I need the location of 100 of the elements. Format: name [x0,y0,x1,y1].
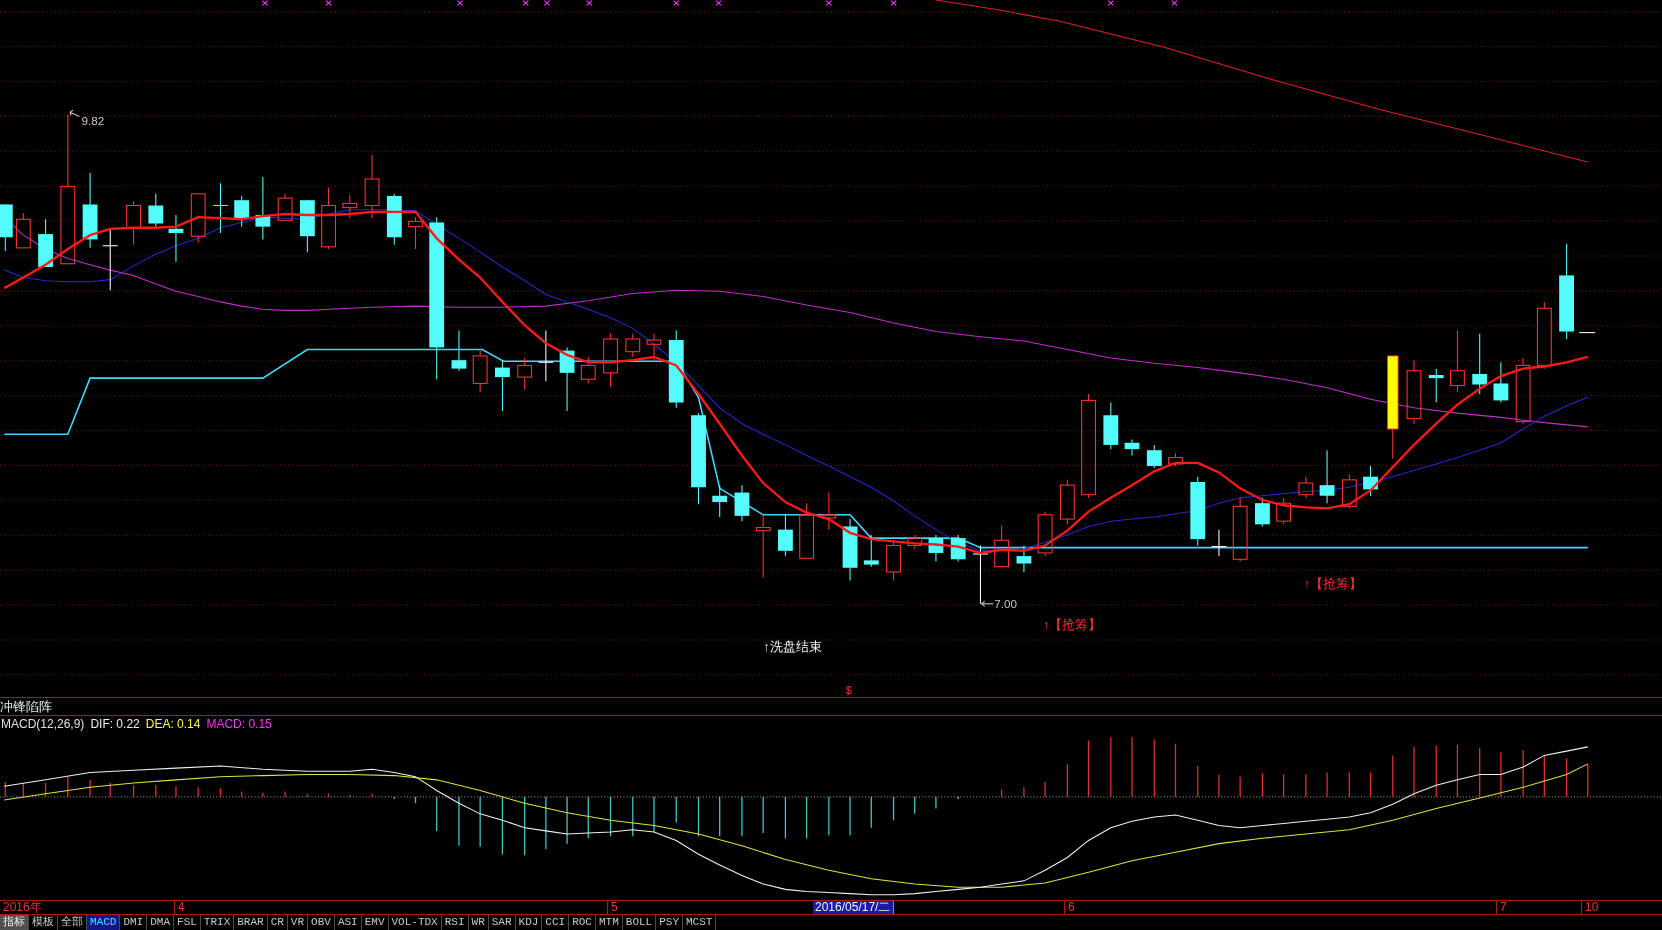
candlestick [1103,402,1119,450]
indicator-tab[interactable]: CCI [542,915,570,930]
x-mark-icon [890,0,897,6]
histogram-bar [219,787,222,798]
candlestick [1211,529,1227,557]
candlestick [168,214,184,263]
candlestick [1255,497,1270,527]
axis-label: 6 [1064,901,1077,914]
indicator-tab[interactable]: MACD [87,915,121,930]
mode-tab[interactable]: 指标 [0,915,29,930]
candlestick [102,228,119,291]
histogram-bar [1456,744,1459,798]
candlestick [1168,452,1183,467]
candlestick [1276,497,1291,525]
candlestick [712,484,728,518]
x-mark-icon [543,0,551,6]
candlestick [1406,359,1422,425]
high-price-label: 9.82 [81,114,105,127]
candlestick [907,534,923,550]
candlestick [1016,545,1032,573]
x-mark-icon [1171,0,1178,6]
candlestick [646,333,662,361]
axis-label: 5 [607,901,620,914]
candlestick [517,357,533,391]
mode-tab[interactable]: 全部 [58,915,87,930]
candlestick [559,346,575,412]
histogram-bar [784,796,787,839]
histogram-bar [609,796,612,837]
candlestick [1232,497,1248,562]
candlestick [1472,333,1488,395]
mode-tab[interactable]: 模板 [29,915,58,930]
histogram-bar [697,796,700,837]
candlestick [212,182,229,234]
candlestick [386,193,402,246]
candlestick [364,154,380,219]
x-mark-icon [825,0,833,6]
histogram-bar [327,793,330,798]
candlestick [15,212,31,249]
candlestick [1037,511,1053,557]
candlestick [1493,361,1509,404]
candlestick [928,534,944,562]
candlestick [603,333,618,388]
candlestick [1363,465,1378,497]
candlestick [38,218,53,268]
candlestick [778,513,793,557]
candlestick [1124,439,1140,456]
x-mark-icon [1107,0,1114,6]
histogram-bar [44,782,47,798]
pointer-arrow [981,600,994,607]
cursor-date-label: 2016/05/17/二 [813,901,895,914]
candlestick [994,524,1010,568]
axis-label: 7 [1496,901,1509,914]
candlestick [580,356,596,384]
candlestick [190,193,206,244]
candlestick [148,193,164,228]
candlestick [972,545,989,605]
indicator-tab[interactable]: MTM [596,915,623,930]
legend-value: DIF: 0.22 [90,717,140,731]
candlestick [1059,479,1075,525]
candlestick [821,492,837,531]
candlestick [126,200,141,246]
candlestick [1298,476,1314,499]
x-mark-icon [673,0,680,6]
x-mark-icon [456,0,464,6]
histogram-bar [1261,772,1264,798]
candlestick [1450,329,1465,393]
candlestick [734,484,750,522]
histogram-bar [892,796,895,821]
candlestick [234,195,250,228]
marker-label: $ [845,683,852,696]
indicator-tab[interactable]: VOL-TDX [388,915,442,930]
axis-label: 2016年 [2,901,43,914]
candlestick [0,203,13,252]
candlestick [755,514,771,578]
x-mark-icon [522,0,529,6]
indicator-tab[interactable]: MCST [683,915,717,930]
candlestick [451,329,467,372]
indicator-tab[interactable]: OBV [308,915,335,930]
indicator-panel-title: 冲锋陷阵 [0,698,52,715]
candlestick [1536,301,1552,370]
candlestick [342,194,358,219]
x-mark-icon [261,0,269,6]
axis-label: 10 [1581,901,1601,914]
x-mark-icon [325,0,332,6]
candlestick [863,534,879,568]
candlestick [842,518,858,581]
candlestick [495,359,510,412]
axis-label: 4 [174,901,187,914]
candlestick [1341,474,1357,509]
histogram-bar [132,784,135,798]
candlestick [1578,332,1596,334]
histogram-bar [1087,739,1090,798]
candlestick [950,534,966,562]
indicator-name: MACD(12,26,9) [1,717,85,731]
signal-label: ↑【抢筹】 [1303,575,1363,591]
candlestick [277,193,293,221]
candlestick [625,333,641,358]
candlestick [1190,476,1206,547]
legend-value: DEA: 0.14 [145,717,201,731]
candlestick [1319,449,1335,504]
